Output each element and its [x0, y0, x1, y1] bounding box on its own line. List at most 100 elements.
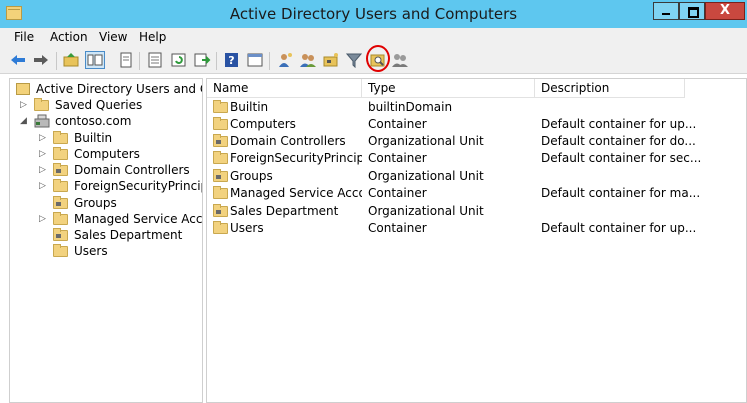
tree-item-label: Domain Controllers [74, 163, 190, 177]
close-button[interactable]: X [705, 2, 745, 20]
up-folder-icon[interactable] [62, 52, 80, 68]
close-icon: X [719, 3, 731, 18]
menu-action[interactable]: Action [50, 30, 88, 44]
tree-item-label: ForeignSecurityPrincipals [74, 179, 202, 193]
tree-item-label: Active Directory Users and Com [36, 82, 202, 96]
toolbar-separator [56, 52, 57, 70]
folder-icon [53, 179, 68, 192]
expand-icon[interactable]: ▷ [39, 178, 49, 194]
tree-item-label: Managed Service Accour [74, 212, 203, 226]
cell-type: Container [368, 186, 427, 200]
console-root-icon [16, 83, 30, 95]
column-header-type[interactable]: Type [362, 79, 535, 98]
cell-type: Organizational Unit [368, 134, 484, 148]
cell-name: Groups [230, 169, 273, 183]
list-row-domain-controllers[interactable]: Domain Controllers Organizational Unit D… [207, 133, 746, 150]
list-row-groups[interactable]: Groups Organizational Unit [207, 168, 746, 185]
folder-icon [53, 147, 68, 160]
tree-item-label: Computers [74, 147, 140, 161]
tree-item-label: Saved Queries [55, 98, 143, 112]
cell-name: Domain Controllers [230, 134, 346, 148]
back-icon[interactable] [9, 52, 27, 68]
cell-description: Default container for do... [541, 134, 696, 148]
list-pane: Name Type Description Builtin builtinDom… [206, 78, 747, 403]
export-list-icon[interactable] [193, 52, 211, 68]
tree-item-label: Builtin [74, 131, 113, 145]
cell-type: Container [368, 151, 427, 165]
toolbar-separator [139, 52, 140, 70]
list-row-foreign-security-principals[interactable]: ForeignSecurityPrincip... Container Defa… [207, 150, 746, 167]
cell-name: Users [230, 221, 264, 235]
forward-icon[interactable] [32, 52, 50, 68]
cell-name: Sales Department [230, 204, 339, 218]
console-icon[interactable] [246, 52, 264, 68]
minimize-button[interactable] [653, 2, 679, 20]
create-group-icon[interactable] [299, 52, 317, 68]
cell-name: Computers [230, 117, 296, 131]
folder-icon [53, 131, 68, 144]
ou-folder-icon [213, 134, 228, 147]
filter-icon[interactable] [345, 52, 363, 68]
menu-help[interactable]: Help [139, 30, 166, 44]
folder-icon [34, 98, 49, 111]
ou-folder-icon [53, 196, 68, 209]
list-row-users[interactable]: Users Container Default container for up… [207, 220, 746, 237]
cell-name: ForeignSecurityPrincip... [230, 151, 362, 165]
cell-type: Organizational Unit [368, 204, 484, 218]
ou-folder-icon [213, 169, 228, 182]
expand-icon[interactable]: ▷ [39, 162, 49, 178]
tree-item-label: Groups [74, 196, 117, 210]
ou-folder-icon [53, 163, 68, 176]
find-icon-highlight [366, 45, 390, 72]
create-user-icon[interactable] [276, 52, 294, 68]
collapse-icon[interactable]: ◢ [20, 113, 30, 129]
maximize-button[interactable] [679, 2, 705, 20]
refresh-icon[interactable] [170, 52, 188, 68]
cell-description: Default container for ma... [541, 186, 701, 200]
properties-icon[interactable] [146, 52, 164, 68]
toolbar-separator [216, 52, 217, 70]
create-ou-icon[interactable] [322, 52, 340, 68]
cell-type: builtinDomain [368, 100, 453, 114]
folder-icon [213, 221, 228, 234]
domain-icon [34, 114, 50, 128]
menu-view[interactable]: View [99, 30, 127, 44]
expand-icon[interactable]: ▷ [39, 130, 49, 146]
list-row-managed-service-accounts[interactable]: Managed Service Acco... Container Defaul… [207, 185, 746, 202]
help-icon[interactable]: ? [223, 52, 241, 68]
folder-icon [213, 117, 228, 130]
list-row-computers[interactable]: Computers Container Default container fo… [207, 116, 746, 133]
expand-icon[interactable]: ▷ [39, 211, 49, 227]
ou-folder-icon [213, 204, 228, 217]
folder-icon [213, 151, 228, 164]
cell-description: Default container for up... [541, 221, 697, 235]
ou-folder-icon [53, 228, 68, 241]
cell-type: Container [368, 221, 427, 235]
menu-file[interactable]: File [14, 30, 34, 44]
svg-text:?: ? [228, 54, 234, 67]
folder-icon [53, 244, 68, 257]
list-row-builtin[interactable]: Builtin builtinDomain [207, 99, 746, 116]
column-header-name[interactable]: Name [207, 79, 362, 98]
list-row-sales-department[interactable]: Sales Department Organizational Unit [207, 203, 746, 220]
folder-icon [53, 212, 68, 225]
tree-item-label: contoso.com [55, 114, 132, 128]
cell-description: Default container for sec... [541, 151, 702, 165]
column-header-description[interactable]: Description [535, 79, 685, 98]
cell-description: Default container for up... [541, 117, 697, 131]
tree-item-label: Sales Department [74, 228, 183, 242]
delete-icon[interactable] [117, 52, 135, 68]
add-to-group-icon[interactable] [391, 52, 409, 68]
expand-icon[interactable]: ▷ [39, 146, 49, 162]
cell-type: Organizational Unit [368, 169, 484, 183]
tree-pane: Active Directory Users and Com ▷ Saved Q… [9, 78, 203, 403]
tree-item-label: Users [74, 244, 108, 258]
window-title: Active Directory Users and Computers [229, 5, 518, 23]
folder-icon [213, 186, 228, 199]
expand-icon[interactable]: ▷ [20, 97, 30, 113]
folder-icon [213, 100, 228, 113]
title-bar: Active Directory Users and Computers X [0, 0, 747, 28]
cell-type: Container [368, 117, 427, 131]
show-hide-tree-icon[interactable] [85, 51, 105, 69]
cell-name: Builtin [230, 100, 269, 114]
